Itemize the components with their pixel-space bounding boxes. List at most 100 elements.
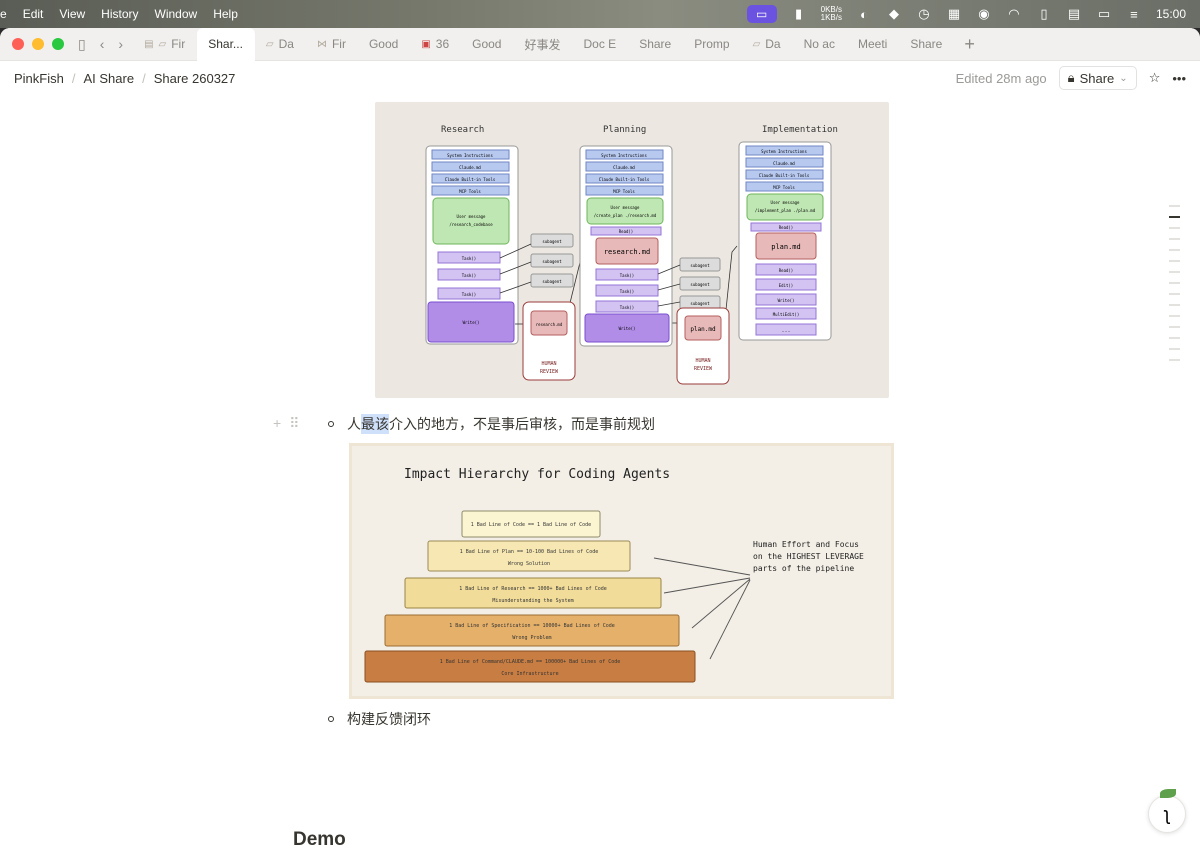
tab-label: Share: [639, 37, 672, 51]
bullet-marker: [328, 421, 334, 427]
workflow-diagram-image[interactable]: Research Planning Implementation System …: [375, 102, 889, 398]
level-box: [364, 650, 696, 683]
menu-app[interactable]: e: [0, 7, 15, 21]
task-label: Task(): [620, 289, 634, 294]
tab-item[interactable]: Promp: [683, 28, 741, 61]
read-label: Read(): [779, 268, 793, 273]
toc-line: [1169, 282, 1180, 284]
breadcrumb-item[interactable]: AI Share: [83, 71, 134, 86]
tab-active[interactable]: Shar...: [197, 28, 255, 61]
maximize-window-button[interactable]: [52, 38, 64, 50]
speedometer-icon[interactable]: ◐: [856, 7, 872, 22]
user-message-box: [746, 193, 824, 221]
diagram-title: Impact Hierarchy for Coding Agents: [404, 467, 670, 482]
task-label: Task(): [620, 305, 634, 310]
edit-label: Edit(): [779, 283, 793, 288]
forward-arrow-icon[interactable]: ›: [118, 36, 123, 52]
toc-line: [1169, 249, 1180, 251]
page-topbar: PinkFish / AI Share / Share 260327 Edite…: [0, 61, 1200, 95]
section-heading: Demo: [293, 829, 346, 850]
breadcrumb-item[interactable]: Share 260327: [154, 71, 236, 86]
toc-line: [1169, 238, 1180, 240]
drag-handle-icon[interactable]: ⠿: [289, 415, 299, 432]
chevron-down-icon: ⌄: [1119, 72, 1128, 84]
tab-item[interactable]: ▤ ▱ Fir: [133, 28, 197, 61]
write-label: Write(): [619, 326, 636, 331]
tab-item[interactable]: No ac: [793, 28, 847, 61]
write-label: Write(): [778, 298, 795, 303]
bird-icon[interactable]: ◆: [886, 6, 902, 21]
wifi-icon[interactable]: ◠: [1006, 6, 1022, 21]
subagent-label: subagent: [542, 279, 562, 284]
calendar-icon[interactable]: ▤: [1066, 6, 1082, 21]
tab-label: Doc E: [583, 37, 617, 51]
more-icon[interactable]: •••: [1172, 71, 1186, 86]
breadcrumb-item[interactable]: PinkFish: [14, 71, 64, 86]
control-center-icon[interactable]: ≡: [1126, 7, 1142, 22]
review-label: REVIEW: [540, 369, 559, 375]
write-label: Write(): [463, 320, 480, 325]
selected-text: 最该: [361, 414, 389, 434]
clipboard-icon[interactable]: ▯: [1036, 6, 1052, 21]
network-speed: 0KB/s 1KB/s: [821, 6, 842, 22]
level-subtext: Wrong Solution: [508, 561, 550, 567]
add-block-icon[interactable]: +: [273, 415, 281, 432]
task-label: Task(): [462, 256, 476, 261]
planning-title: Planning: [603, 125, 646, 135]
tab-item[interactable]: ▱ Da: [742, 28, 793, 61]
tab-item[interactable]: ▱ Da: [255, 28, 306, 61]
impact-hierarchy-image[interactable]: Impact Hierarchy for Coding Agents 1 Bad…: [349, 443, 894, 699]
tools-label: Claude Built-in Tools: [445, 177, 496, 182]
back-arrow-icon[interactable]: ‹: [100, 36, 105, 52]
bullet-item[interactable]: 构建反馈闭环: [328, 709, 431, 729]
toc-line: [1169, 227, 1180, 229]
level-subtext: Misunderstanding the System: [492, 598, 573, 604]
minimize-window-button[interactable]: [32, 38, 44, 50]
sidebar-toggle-icon[interactable]: ▯: [78, 36, 86, 53]
table-of-contents[interactable]: [1169, 205, 1180, 361]
tab-item[interactable]: Share: [899, 28, 954, 61]
menu-history[interactable]: History: [93, 7, 146, 21]
battery-icon[interactable]: ▭: [1096, 6, 1112, 21]
note-line: Human Effort and Focus: [753, 540, 859, 549]
tab-item[interactable]: 好事发: [513, 28, 572, 61]
read-label: Read(): [619, 229, 633, 234]
star-icon[interactable]: ☆: [1149, 70, 1161, 86]
toc-line: [1169, 293, 1180, 295]
tab-item[interactable]: ▣ 36: [410, 28, 461, 61]
menu-edit[interactable]: Edit: [15, 7, 52, 21]
user-message-label: User message: [611, 205, 640, 210]
share-button[interactable]: 🔒︎ Share ⌄: [1058, 66, 1137, 90]
lock-icon: 🔒︎: [1067, 70, 1075, 85]
tab-item[interactable]: Share: [628, 28, 683, 61]
tab-item[interactable]: Good: [461, 28, 513, 61]
tab-item[interactable]: Meeti: [847, 28, 899, 61]
tab-item[interactable]: Doc E: [573, 28, 629, 61]
toc-line: [1169, 337, 1180, 339]
screen-record-icon[interactable]: ▭: [746, 5, 777, 23]
menu-window[interactable]: Window: [147, 7, 206, 21]
menu-bar: e Edit View History Window Help ▭ ▮ 0KB/…: [0, 0, 1200, 28]
bullet-text-start: 人: [347, 416, 361, 432]
multiedit-label: MultiEdit(): [773, 312, 800, 317]
wechat-icon[interactable]: ◉: [976, 6, 992, 21]
grid-app-icon[interactable]: ▦: [946, 6, 962, 21]
document-icon[interactable]: ▮: [791, 6, 807, 21]
menu-help[interactable]: Help: [205, 7, 246, 21]
clock-icon[interactable]: ◷: [916, 6, 932, 21]
clock-time[interactable]: 15:00: [1156, 7, 1186, 21]
tab-label: No ac: [803, 37, 835, 51]
tab-item[interactable]: ⋈ Fir: [306, 28, 358, 61]
new-tab-button[interactable]: +: [964, 34, 975, 55]
more-label: ...: [781, 328, 790, 334]
tab-item[interactable]: Good: [358, 28, 410, 61]
note-line: on the HIGHEST LEVERAGE: [753, 552, 864, 561]
subagent-label: subagent: [542, 239, 562, 244]
mcp-label: MCP Tools: [459, 189, 481, 194]
subagent-label: subagent: [690, 301, 710, 306]
assistant-avatar-button[interactable]: ʅ: [1148, 795, 1186, 833]
menu-view[interactable]: View: [51, 7, 93, 21]
close-window-button[interactable]: [12, 38, 24, 50]
note-icon: ▱: [752, 38, 761, 50]
bullet-item[interactable]: 人最该 介入的地方，不是事后审核，而是事前规划: [328, 414, 655, 434]
